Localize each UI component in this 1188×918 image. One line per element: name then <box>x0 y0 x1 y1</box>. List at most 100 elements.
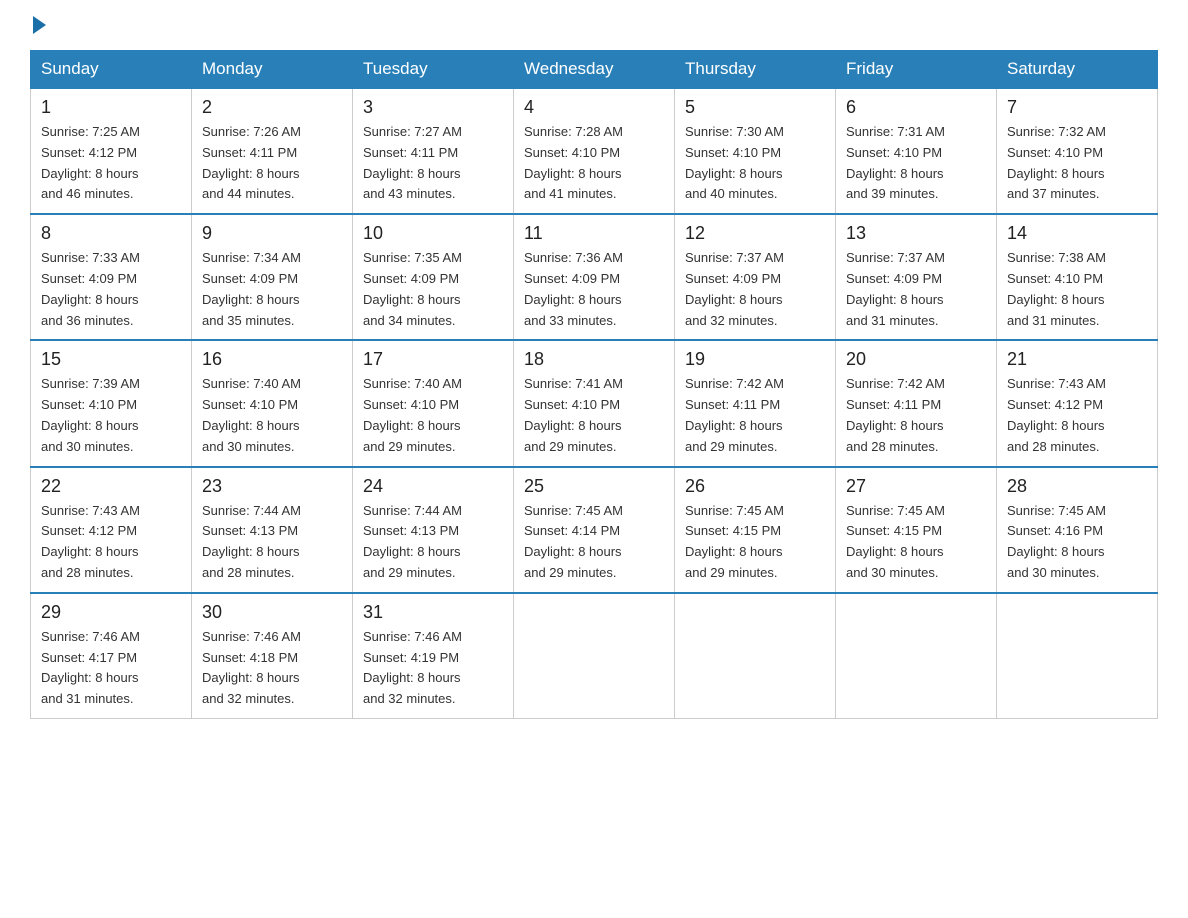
table-row: 23 Sunrise: 7:44 AMSunset: 4:13 PMDayligh… <box>192 467 353 593</box>
day-info: Sunrise: 7:38 AMSunset: 4:10 PMDaylight:… <box>1007 248 1147 331</box>
day-number: 26 <box>685 476 825 497</box>
day-number: 22 <box>41 476 181 497</box>
table-row: 30 Sunrise: 7:46 AMSunset: 4:18 PMDayligh… <box>192 593 353 719</box>
day-number: 11 <box>524 223 664 244</box>
table-row: 17 Sunrise: 7:40 AMSunset: 4:10 PMDayligh… <box>353 340 514 466</box>
table-row: 19 Sunrise: 7:42 AMSunset: 4:11 PMDayligh… <box>675 340 836 466</box>
table-row: 4 Sunrise: 7:28 AMSunset: 4:10 PMDaylight… <box>514 88 675 214</box>
table-row: 22 Sunrise: 7:43 AMSunset: 4:12 PMDayligh… <box>31 467 192 593</box>
table-row: 1 Sunrise: 7:25 AMSunset: 4:12 PMDaylight… <box>31 88 192 214</box>
day-number: 19 <box>685 349 825 370</box>
logo-arrow-icon <box>33 16 46 34</box>
col-wednesday: Wednesday <box>514 51 675 89</box>
calendar-header-row: Sunday Monday Tuesday Wednesday Thursday… <box>31 51 1158 89</box>
table-row: 7Sunrise: 7:32 AMSunset: 4:10 PMDaylight… <box>997 88 1158 214</box>
day-number: 16 <box>202 349 342 370</box>
table-row: 20 Sunrise: 7:42 AMSunset: 4:11 PMDayligh… <box>836 340 997 466</box>
table-row: 31 Sunrise: 7:46 AMSunset: 4:19 PMDayligh… <box>353 593 514 719</box>
day-number: 10 <box>363 223 503 244</box>
day-info: Sunrise: 7:41 AMSunset: 4:10 PMDaylight:… <box>524 374 664 457</box>
col-sunday: Sunday <box>31 51 192 89</box>
day-info: Sunrise: 7:45 AMSunset: 4:16 PMDaylight:… <box>1007 501 1147 584</box>
day-number: 8 <box>41 223 181 244</box>
table-row <box>997 593 1158 719</box>
table-row: 18 Sunrise: 7:41 AMSunset: 4:10 PMDayligh… <box>514 340 675 466</box>
col-friday: Friday <box>836 51 997 89</box>
table-row: 10 Sunrise: 7:35 AMSunset: 4:09 PMDayligh… <box>353 214 514 340</box>
col-saturday: Saturday <box>997 51 1158 89</box>
day-info: Sunrise: 7:46 AMSunset: 4:17 PMDaylight:… <box>41 627 181 710</box>
day-info: Sunrise: 7:45 AMSunset: 4:15 PMDaylight:… <box>685 501 825 584</box>
table-row: 28Sunrise: 7:45 AMSunset: 4:16 PMDayligh… <box>997 467 1158 593</box>
day-number: 9 <box>202 223 342 244</box>
day-number: 17 <box>363 349 503 370</box>
table-row: 8 Sunrise: 7:33 AMSunset: 4:09 PMDaylight… <box>31 214 192 340</box>
day-number: 7 <box>1007 97 1147 118</box>
day-number: 13 <box>846 223 986 244</box>
col-monday: Monday <box>192 51 353 89</box>
day-info: Sunrise: 7:26 AMSunset: 4:11 PMDaylight:… <box>202 122 342 205</box>
day-info: Sunrise: 7:28 AMSunset: 4:10 PMDaylight:… <box>524 122 664 205</box>
table-row: 9Sunrise: 7:34 AMSunset: 4:09 PMDaylight… <box>192 214 353 340</box>
day-number: 30 <box>202 602 342 623</box>
table-row: 29 Sunrise: 7:46 AMSunset: 4:17 PMDayligh… <box>31 593 192 719</box>
day-info: Sunrise: 7:35 AMSunset: 4:09 PMDaylight:… <box>363 248 503 331</box>
calendar-table: Sunday Monday Tuesday Wednesday Thursday… <box>30 50 1158 719</box>
table-row: 15 Sunrise: 7:39 AMSunset: 4:10 PMDayligh… <box>31 340 192 466</box>
table-row: 5 Sunrise: 7:30 AMSunset: 4:10 PMDaylight… <box>675 88 836 214</box>
day-info: Sunrise: 7:44 AMSunset: 4:13 PMDaylight:… <box>363 501 503 584</box>
day-number: 25 <box>524 476 664 497</box>
calendar-week-row: 22 Sunrise: 7:43 AMSunset: 4:12 PMDayligh… <box>31 467 1158 593</box>
table-row: 24Sunrise: 7:44 AMSunset: 4:13 PMDayligh… <box>353 467 514 593</box>
day-info: Sunrise: 7:40 AMSunset: 4:10 PMDaylight:… <box>202 374 342 457</box>
calendar-week-row: 15 Sunrise: 7:39 AMSunset: 4:10 PMDayligh… <box>31 340 1158 466</box>
page-header <box>30 20 1158 30</box>
day-number: 27 <box>846 476 986 497</box>
table-row <box>514 593 675 719</box>
table-row <box>675 593 836 719</box>
table-row: 26 Sunrise: 7:45 AMSunset: 4:15 PMDayligh… <box>675 467 836 593</box>
table-row <box>836 593 997 719</box>
day-info: Sunrise: 7:33 AMSunset: 4:09 PMDaylight:… <box>41 248 181 331</box>
day-info: Sunrise: 7:42 AMSunset: 4:11 PMDaylight:… <box>846 374 986 457</box>
day-info: Sunrise: 7:37 AMSunset: 4:09 PMDaylight:… <box>685 248 825 331</box>
table-row: 12 Sunrise: 7:37 AMSunset: 4:09 PMDayligh… <box>675 214 836 340</box>
day-number: 1 <box>41 97 181 118</box>
day-number: 31 <box>363 602 503 623</box>
logo <box>30 20 46 30</box>
calendar-week-row: 8 Sunrise: 7:33 AMSunset: 4:09 PMDaylight… <box>31 214 1158 340</box>
day-info: Sunrise: 7:43 AMSunset: 4:12 PMDaylight:… <box>41 501 181 584</box>
day-info: Sunrise: 7:46 AMSunset: 4:19 PMDaylight:… <box>363 627 503 710</box>
table-row: 11 Sunrise: 7:36 AMSunset: 4:09 PMDayligh… <box>514 214 675 340</box>
day-number: 4 <box>524 97 664 118</box>
day-info: Sunrise: 7:36 AMSunset: 4:09 PMDaylight:… <box>524 248 664 331</box>
day-number: 29 <box>41 602 181 623</box>
table-row: 16 Sunrise: 7:40 AMSunset: 4:10 PMDayligh… <box>192 340 353 466</box>
day-info: Sunrise: 7:30 AMSunset: 4:10 PMDaylight:… <box>685 122 825 205</box>
day-info: Sunrise: 7:46 AMSunset: 4:18 PMDaylight:… <box>202 627 342 710</box>
table-row: 27 Sunrise: 7:45 AMSunset: 4:15 PMDayligh… <box>836 467 997 593</box>
table-row: 2 Sunrise: 7:26 AMSunset: 4:11 PMDaylight… <box>192 88 353 214</box>
day-info: Sunrise: 7:45 AMSunset: 4:14 PMDaylight:… <box>524 501 664 584</box>
day-info: Sunrise: 7:43 AMSunset: 4:12 PMDaylight:… <box>1007 374 1147 457</box>
day-info: Sunrise: 7:40 AMSunset: 4:10 PMDaylight:… <box>363 374 503 457</box>
day-info: Sunrise: 7:44 AMSunset: 4:13 PMDaylight:… <box>202 501 342 584</box>
table-row: 21Sunrise: 7:43 AMSunset: 4:12 PMDayligh… <box>997 340 1158 466</box>
day-number: 23 <box>202 476 342 497</box>
day-info: Sunrise: 7:31 AMSunset: 4:10 PMDaylight:… <box>846 122 986 205</box>
calendar-week-row: 29 Sunrise: 7:46 AMSunset: 4:17 PMDayligh… <box>31 593 1158 719</box>
day-number: 2 <box>202 97 342 118</box>
table-row: 3Sunrise: 7:27 AMSunset: 4:11 PMDaylight… <box>353 88 514 214</box>
day-number: 20 <box>846 349 986 370</box>
calendar-week-row: 1 Sunrise: 7:25 AMSunset: 4:12 PMDaylight… <box>31 88 1158 214</box>
day-info: Sunrise: 7:25 AMSunset: 4:12 PMDaylight:… <box>41 122 181 205</box>
day-number: 3 <box>363 97 503 118</box>
day-info: Sunrise: 7:39 AMSunset: 4:10 PMDaylight:… <box>41 374 181 457</box>
day-info: Sunrise: 7:45 AMSunset: 4:15 PMDaylight:… <box>846 501 986 584</box>
day-number: 12 <box>685 223 825 244</box>
day-number: 18 <box>524 349 664 370</box>
day-number: 5 <box>685 97 825 118</box>
day-number: 15 <box>41 349 181 370</box>
day-info: Sunrise: 7:37 AMSunset: 4:09 PMDaylight:… <box>846 248 986 331</box>
day-info: Sunrise: 7:42 AMSunset: 4:11 PMDaylight:… <box>685 374 825 457</box>
